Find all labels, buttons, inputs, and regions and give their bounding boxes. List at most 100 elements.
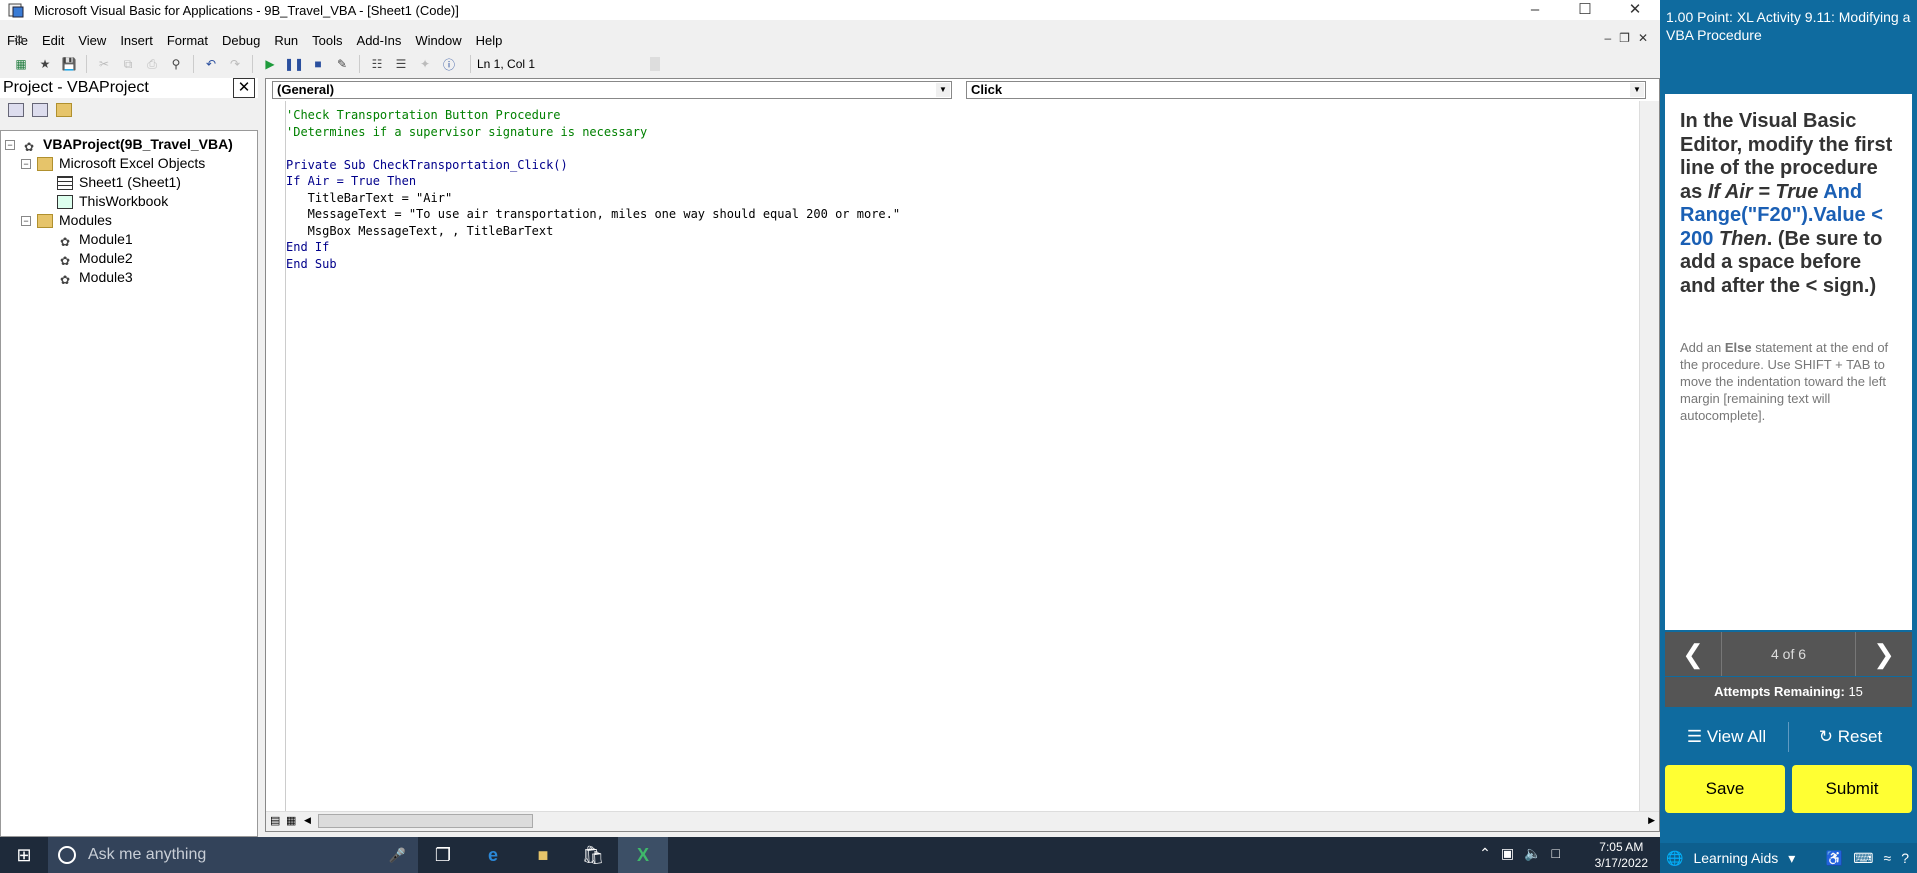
- view-excel-icon[interactable]: ▦: [12, 55, 30, 73]
- tree-node-root[interactable]: − ✿ VBAProject(9B_Travel_VBA): [1, 135, 257, 154]
- action-center-icon[interactable]: □: [1552, 845, 1560, 862]
- view-code-icon[interactable]: [8, 103, 24, 117]
- tree-node-excel-objects[interactable]: − Microsoft Excel Objects: [1, 154, 257, 173]
- paste-icon[interactable]: ⎙: [143, 55, 161, 73]
- minimize-button[interactable]: –: [1510, 0, 1560, 20]
- network-icon[interactable]: ▣: [1501, 845, 1514, 862]
- close-pane-button[interactable]: ✕: [233, 78, 255, 98]
- tree-node-module1[interactable]: ✿ Module1: [1, 230, 257, 249]
- cortana-search[interactable]: Ask me anything 🎤: [48, 837, 418, 873]
- start-button[interactable]: ⊞: [0, 837, 48, 873]
- menu-tools[interactable]: Tools: [305, 33, 349, 48]
- scroll-left-icon[interactable]: ◀: [304, 815, 311, 826]
- tree-label-module1: Module1: [79, 231, 133, 247]
- menu-edit[interactable]: Edit: [35, 33, 71, 48]
- undo-icon[interactable]: ↶: [202, 55, 220, 73]
- excel-view-icon[interactable]: ⚙: [10, 31, 28, 49]
- procedure-dropdown[interactable]: Click ▼: [966, 81, 1646, 99]
- object-browser-icon[interactable]: ✦: [416, 55, 434, 73]
- margin-indicator-bar[interactable]: [266, 101, 286, 813]
- code-line[interactable]: MessageText = "To use air transportation…: [286, 206, 1639, 223]
- design-mode-icon[interactable]: ✎: [333, 55, 351, 73]
- learning-aids-button[interactable]: Learning Aids: [1693, 850, 1778, 866]
- code-line[interactable]: 'Check Transportation Button Procedure: [286, 107, 1639, 124]
- menu-format[interactable]: Format: [160, 33, 215, 48]
- reset-icon[interactable]: ■: [309, 55, 327, 73]
- keyboard-icon[interactable]: ⌨: [1853, 850, 1873, 867]
- help-question-icon[interactable]: ?: [1901, 850, 1909, 866]
- object-dropdown[interactable]: (General) ▼: [272, 81, 952, 99]
- menu-help[interactable]: Help: [469, 33, 510, 48]
- tree-node-module2[interactable]: ✿ Module2: [1, 249, 257, 268]
- system-clock[interactable]: 7:05 AM 3/17/2022: [1595, 839, 1648, 871]
- copy-icon[interactable]: ⧉: [119, 55, 137, 73]
- collapse-icon[interactable]: −: [21, 158, 31, 169]
- redo-icon[interactable]: ↷: [226, 55, 244, 73]
- store-icon[interactable]: 🛍: [568, 837, 618, 873]
- menu-debug[interactable]: Debug: [215, 33, 267, 48]
- close-window-button[interactable]: ✕: [1610, 0, 1660, 20]
- code-line-sub[interactable]: Private Sub CheckTransportation_Click(): [286, 157, 1639, 174]
- procedure-dropdown-value: Click: [971, 82, 1003, 97]
- collapse-icon[interactable]: −: [5, 139, 15, 150]
- find-icon[interactable]: ⚲: [167, 55, 185, 73]
- cut-icon[interactable]: ✂: [95, 55, 113, 73]
- task-view-icon[interactable]: ❐: [418, 837, 468, 873]
- prev-step-button[interactable]: ❮: [1665, 632, 1721, 676]
- project-explorer-icon[interactable]: ☷: [368, 55, 386, 73]
- tree-node-sheet1[interactable]: Sheet1 (Sheet1): [1, 173, 257, 192]
- mdi-minimize-icon[interactable]: –: [1604, 31, 1611, 45]
- excel-taskbar-icon[interactable]: X: [618, 837, 668, 873]
- mdi-restore-icon[interactable]: ❐: [1619, 31, 1630, 45]
- save-icon[interactable]: 💾: [60, 55, 78, 73]
- mdi-close-icon[interactable]: ✕: [1638, 31, 1648, 45]
- tree-label-modules: Modules: [59, 212, 112, 228]
- accessibility-icon[interactable]: ♿: [1826, 850, 1843, 867]
- scroll-thumb[interactable]: [318, 814, 533, 828]
- scroll-right-icon[interactable]: ▶: [1648, 815, 1655, 826]
- code-line[interactable]: MsgBox MessageText, , TitleBarText: [286, 223, 1639, 240]
- menu-view[interactable]: View: [71, 33, 113, 48]
- help-icon[interactable]: ⓘ: [440, 55, 458, 73]
- menu-window[interactable]: Window: [408, 33, 468, 48]
- next-step-button[interactable]: ❯: [1856, 632, 1912, 676]
- view-object-icon[interactable]: [32, 103, 48, 117]
- vertical-scrollbar[interactable]: [1639, 101, 1659, 811]
- code-line[interactable]: 'Determines if a supervisor signature is…: [286, 124, 1639, 141]
- full-module-view-icon[interactable]: ▦: [286, 814, 296, 827]
- code-line-endsub[interactable]: End Sub: [286, 256, 1639, 273]
- code-line-endif[interactable]: End If: [286, 239, 1639, 256]
- horizontal-scrollbar[interactable]: ▤ ▦ ◀ ▶: [266, 811, 1659, 831]
- show-hidden-icon[interactable]: ⌃: [1479, 845, 1491, 862]
- insert-module-icon[interactable]: ★: [36, 55, 54, 73]
- run-icon[interactable]: ▶: [261, 55, 279, 73]
- tree-node-thisworkbook[interactable]: ThisWorkbook: [1, 192, 257, 211]
- volume-icon[interactable]: 🔈: [1524, 845, 1541, 862]
- menu-run[interactable]: Run: [267, 33, 305, 48]
- code-editor[interactable]: 'Check Transportation Button Procedure '…: [266, 101, 1639, 813]
- properties-window-icon[interactable]: ☰: [392, 55, 410, 73]
- menu-insert[interactable]: Insert: [113, 33, 160, 48]
- chevron-down-icon[interactable]: ▾: [1788, 850, 1795, 867]
- code-line[interactable]: TitleBarText = "Air": [286, 190, 1639, 207]
- tree-node-module3[interactable]: ✿ Module3: [1, 268, 257, 287]
- menu-addins[interactable]: Add-Ins: [350, 33, 409, 48]
- microphone-icon[interactable]: 🎤: [389, 847, 406, 864]
- toggle-folders-icon[interactable]: [56, 103, 72, 117]
- wifi-icon[interactable]: ≈: [1884, 850, 1892, 866]
- procedure-view-icon[interactable]: ▤: [270, 814, 280, 827]
- maximize-button[interactable]: ☐: [1560, 0, 1610, 20]
- reset-button[interactable]: ↻ Reset: [1789, 722, 1912, 752]
- view-all-button[interactable]: ☰ View All: [1665, 722, 1789, 752]
- task-panel: 1.00 Point: XL Activity 9.11: Modifying …: [1660, 0, 1917, 873]
- collapse-icon[interactable]: −: [21, 215, 31, 226]
- module-icon: ✿: [59, 253, 71, 268]
- code-line-if[interactable]: If Air = True Then: [286, 173, 1639, 190]
- file-explorer-icon[interactable]: ■: [518, 837, 568, 873]
- break-icon[interactable]: ❚❚: [284, 55, 304, 73]
- save-button[interactable]: Save: [1665, 765, 1785, 813]
- submit-button[interactable]: Submit: [1792, 765, 1912, 813]
- code-line[interactable]: [286, 140, 1639, 157]
- edge-icon[interactable]: e: [468, 837, 518, 873]
- tree-node-modules[interactable]: − Modules: [1, 211, 257, 230]
